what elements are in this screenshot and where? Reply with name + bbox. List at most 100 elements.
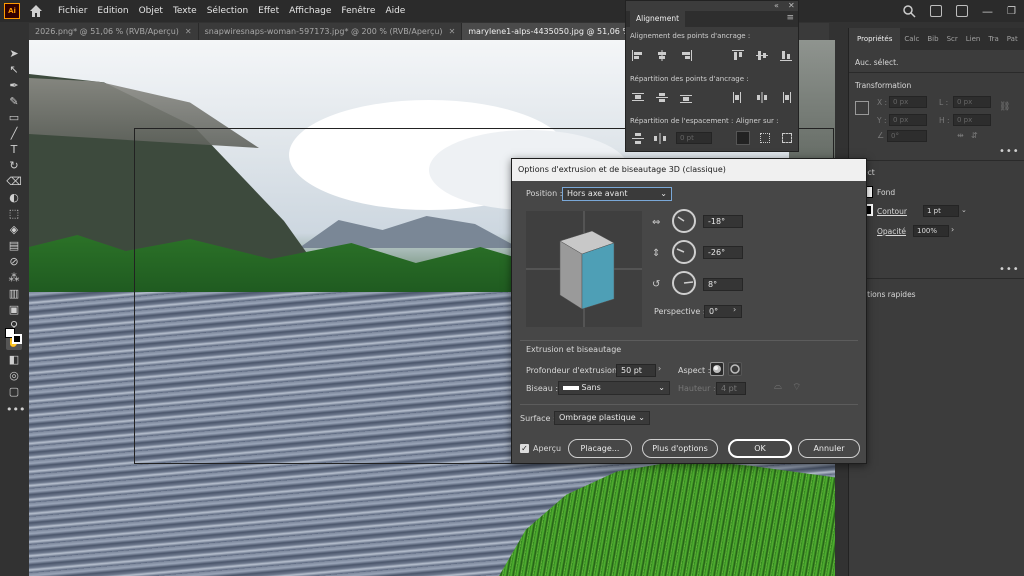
rotate-tool-icon[interactable]: ↻	[6, 158, 22, 174]
more-tools-icon[interactable]: •••	[6, 402, 25, 418]
ok-button[interactable]: OK	[728, 439, 792, 458]
close-icon[interactable]: ✕	[788, 1, 795, 10]
align-vcenter-icon[interactable]	[756, 50, 768, 61]
stroke-label[interactable]: Contour	[877, 207, 907, 216]
gradient-tool-icon[interactable]: ▤	[6, 238, 22, 254]
align-to-key-object-icon[interactable]	[782, 133, 792, 143]
stroke-weight-input[interactable]: 1 pt	[923, 205, 959, 217]
rotation-preview[interactable]	[526, 211, 642, 327]
opacity-label[interactable]: Opacité	[877, 227, 906, 236]
tab-scripts[interactable]: Scr	[943, 28, 962, 50]
selection-tool-icon[interactable]: ➤	[6, 46, 22, 62]
pen-tool-icon[interactable]: ✒	[6, 78, 22, 94]
menu-texte[interactable]: Texte	[173, 6, 197, 16]
align-bottom-icon[interactable]	[780, 50, 792, 61]
flip-horizontal-icon[interactable]: ⇹	[957, 131, 964, 140]
depth-input[interactable]: 50 pt	[616, 364, 656, 377]
home-icon[interactable]	[28, 3, 44, 19]
tab-document-2[interactable]: snapwiresnaps-woman-597173.jpg* @ 200 % …	[199, 23, 463, 40]
spacing-input[interactable]: 0 pt	[676, 132, 712, 144]
rotate-x-input[interactable]: -18°	[703, 215, 743, 228]
eyedropper-tool-icon[interactable]: ⊘	[6, 254, 22, 270]
chevron-right-icon[interactable]: ›	[951, 225, 954, 234]
tab-liens[interactable]: Lien	[962, 28, 985, 50]
tab-document-1[interactable]: 2026.png* @ 51,06 % (RVB/Aperçu) ✕	[29, 23, 199, 40]
color-mode-icon[interactable]: ◧	[6, 352, 22, 368]
menu-fenetre[interactable]: Fenêtre	[341, 6, 375, 16]
height-input[interactable]: 0 px	[953, 114, 991, 126]
tab-alignement[interactable]: Alignement	[630, 11, 686, 27]
distribute-hspace-icon[interactable]	[654, 133, 666, 144]
more-options-button[interactable]: Plus d'options	[642, 439, 718, 458]
distribute-vspace-icon[interactable]	[632, 133, 644, 144]
symbol-sprayer-tool-icon[interactable]: ⁂	[6, 270, 22, 286]
menu-selection[interactable]: Sélection	[207, 6, 248, 16]
stroke-swatch[interactable]	[12, 334, 22, 344]
rotate-y-input[interactable]: -26°	[703, 246, 743, 259]
angle-input[interactable]: 0°	[887, 130, 927, 142]
collapse-icon[interactable]: «	[774, 1, 779, 10]
menu-affichage[interactable]: Affichage	[289, 6, 331, 16]
screen-mode-icon[interactable]: ▢	[6, 384, 22, 400]
draw-mode-icon[interactable]: ◎	[6, 368, 22, 384]
tab-pathfinder[interactable]: Pat	[1003, 28, 1022, 50]
eraser-tool-icon[interactable]: ⌫	[6, 174, 22, 190]
align-top-icon[interactable]	[732, 50, 744, 61]
link-icon[interactable]: ⛓	[999, 102, 1010, 112]
cap-on-icon[interactable]	[710, 362, 724, 376]
distribute-bottom-icon[interactable]	[680, 92, 692, 103]
align-to-selection-icon[interactable]	[736, 131, 750, 145]
artboard-tool-icon[interactable]: ▣	[6, 302, 22, 318]
bevel-select[interactable]: Sans ⌄	[558, 381, 670, 395]
close-icon[interactable]: ✕	[185, 27, 192, 36]
tab-bibliotheques[interactable]: Bib	[923, 28, 942, 50]
reference-point-icon[interactable]	[855, 101, 869, 115]
rotate-x-dial[interactable]	[672, 209, 696, 233]
menu-aide[interactable]: Aide	[385, 6, 405, 16]
warp-tool-icon[interactable]: ◐	[6, 190, 22, 206]
minimize-icon[interactable]: —	[982, 5, 993, 18]
type-tool-icon[interactable]: T	[6, 142, 22, 158]
perspective-input[interactable]: 0°	[704, 305, 742, 318]
brush-tool-icon[interactable]: ╱	[6, 126, 22, 142]
shape-builder-tool-icon[interactable]: ◈	[6, 222, 22, 238]
curvature-tool-icon[interactable]: ✎	[6, 94, 22, 110]
chart-tool-icon[interactable]: ▥	[6, 286, 22, 302]
x-input[interactable]: 0 px	[889, 96, 927, 108]
align-to-artboard-icon[interactable]	[760, 133, 770, 143]
distribute-hcenter-icon[interactable]	[756, 92, 768, 103]
tab-transparence[interactable]: Tra	[984, 28, 1002, 50]
arrange-documents-icon[interactable]	[930, 5, 943, 17]
direct-selection-tool-icon[interactable]: ↖	[6, 62, 22, 78]
preview-checkbox[interactable]: ✓	[520, 444, 529, 453]
rectangle-tool-icon[interactable]: ▭	[6, 110, 22, 126]
y-input[interactable]: 0 px	[889, 114, 927, 126]
menu-effet[interactable]: Effet	[258, 6, 279, 16]
distribute-right-icon[interactable]	[780, 92, 792, 103]
align-left-icon[interactable]	[632, 50, 644, 61]
distribute-vcenter-icon[interactable]	[656, 92, 668, 103]
chevron-down-icon[interactable]: ⌄	[961, 206, 967, 214]
tab-proprietes[interactable]: Propriétés	[849, 28, 901, 50]
menu-objet[interactable]: Objet	[139, 6, 163, 16]
more-options-icon[interactable]: •••	[999, 146, 1020, 157]
close-icon[interactable]: ✕	[449, 27, 456, 36]
rotate-y-dial[interactable]	[672, 240, 696, 264]
opacity-input[interactable]: 100%	[913, 225, 949, 237]
restore-icon[interactable]: ❐	[1007, 6, 1016, 17]
more-options-icon[interactable]: •••	[999, 264, 1020, 275]
search-icon[interactable]	[903, 4, 916, 18]
width-input[interactable]: 0 px	[953, 96, 991, 108]
surface-select[interactable]: Ombrage plastique ⌄	[554, 411, 650, 425]
chevron-right-icon[interactable]: ›	[658, 364, 661, 373]
align-right-icon[interactable]	[680, 50, 692, 61]
menu-fichier[interactable]: Fichier	[58, 6, 87, 16]
cap-off-icon[interactable]	[728, 362, 742, 376]
position-select[interactable]: Hors axe avant ⌄	[562, 187, 672, 201]
workspace-icon[interactable]	[956, 5, 969, 17]
distribute-top-icon[interactable]	[632, 92, 644, 103]
menu-edition[interactable]: Edition	[97, 6, 128, 16]
panel-menu-icon[interactable]: ≡	[786, 13, 794, 23]
flip-vertical-icon[interactable]: ⇵	[971, 131, 978, 140]
align-hcenter-icon[interactable]	[656, 50, 668, 61]
